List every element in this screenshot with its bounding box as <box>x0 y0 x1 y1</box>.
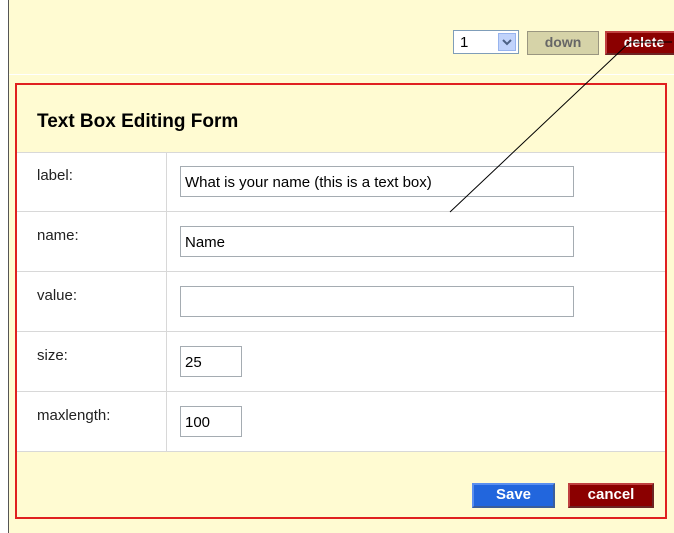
label-cell: label: <box>17 152 167 211</box>
delete-button[interactable]: delete <box>605 31 674 55</box>
form-row-size: size: 25 <box>17 332 665 392</box>
field-label: size: <box>37 347 68 364</box>
label-cell: value: <box>17 272 167 331</box>
chevron-down-icon[interactable] <box>498 33 516 51</box>
value-input[interactable] <box>180 286 574 317</box>
label-cell: size: <box>17 332 167 391</box>
order-select-value: 1 <box>460 33 469 51</box>
form-header: Text Box Editing Form <box>17 85 665 153</box>
field-label: label: <box>37 167 73 184</box>
form-title: Text Box Editing Form <box>37 111 239 132</box>
form-row-value: value: <box>17 272 665 332</box>
save-button[interactable]: Save <box>472 483 555 508</box>
field-label: value: <box>37 287 78 304</box>
name-input[interactable]: Name <box>180 226 574 257</box>
form-row-maxlength: maxlength: 100 <box>17 392 665 452</box>
form-footer: Save cancel <box>17 452 665 517</box>
label-cell: maxlength: <box>17 392 167 451</box>
text-box-editing-form: Text Box Editing Form label: What is you… <box>15 83 667 519</box>
divider <box>9 74 674 75</box>
field-label: maxlength: <box>37 407 111 424</box>
label-cell: name: <box>17 212 167 271</box>
field-label: name: <box>37 227 79 244</box>
size-input[interactable]: 25 <box>180 346 242 377</box>
label-input[interactable]: What is your name (this is a text box) <box>180 166 574 197</box>
form-row-label: label: What is your name (this is a text… <box>17 152 665 212</box>
down-button[interactable]: down <box>527 31 599 55</box>
form-row-name: name: Name <box>17 212 665 272</box>
cancel-button[interactable]: cancel <box>568 483 654 508</box>
maxlength-input[interactable]: 100 <box>180 406 242 437</box>
order-select[interactable]: 1 <box>453 30 519 54</box>
